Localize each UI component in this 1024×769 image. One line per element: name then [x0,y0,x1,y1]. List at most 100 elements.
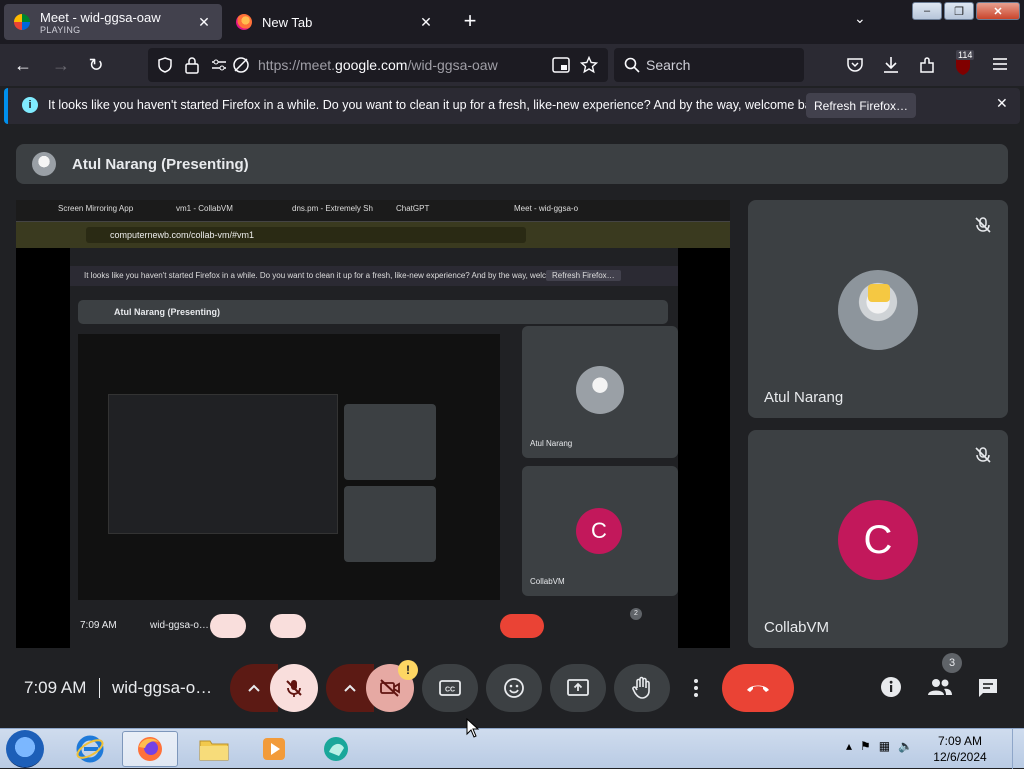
network-icon[interactable]: ▦ [879,739,890,753]
captured-nav-bar: computernewb.com/collab-vm/#vm1 [16,222,730,248]
action-center-flag-icon[interactable]: ⚑ [860,739,871,753]
extensions-icon[interactable] [918,55,936,75]
leave-call-button[interactable] [722,664,794,712]
taskbar-date: 12/6/2024 [933,750,987,764]
extension-badge: 114 [956,50,975,60]
media-player-icon [263,738,285,760]
closed-captions-icon: CC [439,680,461,696]
taskbar-app[interactable] [308,731,364,767]
captured-tile-collabvm: C CollabVM [522,466,678,596]
minimize-button[interactable]: – [912,2,942,20]
info-icon: i [22,97,38,113]
avatar: C [838,500,918,580]
search-icon [624,57,640,73]
refresh-firefox-button[interactable]: Refresh Firefox… [806,93,916,118]
tab-close-icon[interactable]: ✕ [418,14,434,31]
taskbar-firefox[interactable] [122,731,178,767]
back-button[interactable]: ← [12,54,34,76]
avatar [838,270,918,350]
browser-tab-bar: Meet - wid-ggsa-oaw PLAYING ✕ New Tab ✕ … [0,0,1024,44]
url-bar[interactable]: https://meet.google.com/wid-ggsa-oaw [148,48,608,82]
new-tab-button[interactable]: + [458,8,482,34]
pocket-icon[interactable] [846,56,864,74]
taskbar-clock[interactable]: 7:09 AM 12/6/2024 [930,733,990,765]
captions-button[interactable]: CC [422,664,478,712]
participant-tile-atul-narang[interactable]: Atul Narang [748,200,1008,418]
system-tray: ▴ ⚑ ▦ 🔈 [846,739,913,753]
tab-close-icon[interactable]: ✕ [196,14,212,31]
captured-leave-button [500,614,544,638]
meet-icon [14,14,30,30]
firefox-refresh-notification: i It looks like you haven't started Fire… [4,88,1020,124]
captured-tab: dns.pm - Extremely Sh [292,204,373,213]
captured-url: computernewb.com/collab-vm/#vm1 [86,227,526,243]
url-text[interactable]: https://meet.google.com/wid-ggsa-oaw [258,57,498,73]
chat-icon[interactable] [977,677,999,699]
participant-tile-collabvm[interactable]: C CollabVM [748,430,1008,648]
reload-button[interactable]: ↻ [85,54,107,76]
meeting-clock: 7:09 AM [24,678,87,697]
captured-tab: ChatGPT [396,204,430,213]
tab-meet[interactable]: Meet - wid-ggsa-oaw PLAYING ✕ [4,4,222,40]
maximize-button[interactable]: ❐ [944,2,974,20]
present-screen-button[interactable] [550,664,606,712]
mic-off-icon [286,680,302,697]
show-hidden-icons-icon[interactable]: ▴ [846,739,852,753]
divider [99,678,100,698]
avatar [576,366,624,414]
bookmark-star-icon[interactable] [580,56,598,74]
captured-tile-atul: Atul Narang [522,326,678,458]
tab-new-tab[interactable]: New Tab ✕ [226,4,444,40]
microphone-toggle-button[interactable] [270,664,318,712]
chevron-up-icon [344,684,356,692]
show-desktop-button[interactable] [1012,729,1024,769]
reactions-button[interactable] [486,664,542,712]
taskbar-internet-explorer[interactable] [62,731,118,767]
close-window-button[interactable]: ✕ [976,2,1020,20]
meet-content: Atul Narang (Presenting) Screen Mirrorin… [0,128,1024,728]
captured-meet-page: It looks like you haven't started Firefo… [70,248,678,648]
captured-camera-button [270,614,306,638]
shared-screen[interactable]: Screen Mirroring App vm1 - CollabVM dns.… [16,200,730,648]
list-all-tabs-button[interactable]: ⌄ [854,10,866,27]
downloads-icon[interactable] [882,55,900,75]
hand-icon [632,676,650,699]
tab-playing-label: PLAYING [40,24,81,35]
captured-presenter-bar: Atul Narang (Presenting) [78,300,668,324]
autoplay-blocked-icon[interactable] [232,56,250,74]
avatar [32,152,56,176]
meeting-code: wid-ggsa-o… [112,678,213,697]
participant-name: Atul Narang [764,389,844,406]
shield-icon[interactable] [156,56,174,74]
mic-muted-icon [975,447,991,463]
people-count-badge: 3 [942,653,962,673]
captured-tab: Screen Mirroring App [58,204,134,213]
start-button[interactable] [6,730,44,768]
captured-tile-name: Atul Narang [530,439,573,448]
folder-icon [199,740,229,761]
taskbar-file-explorer[interactable] [186,731,242,767]
lock-icon[interactable] [184,56,200,74]
hamburger-menu-icon[interactable] [992,57,1008,71]
meeting-controls-bar: 7:09 AM wid-ggsa-o… ! CC 3 [0,653,1024,720]
captured-notification: It looks like you haven't started Firefo… [70,266,678,286]
close-notification-icon[interactable]: ✕ [996,95,1008,112]
taskbar-media-player[interactable] [246,731,302,767]
captured-tile-name: CollabVM [530,577,565,586]
firefox-icon [138,737,162,761]
presenter-label: Atul Narang (Presenting) [72,156,249,173]
search-bar[interactable]: Search [614,48,804,82]
meeting-info-icon[interactable] [880,676,902,698]
more-options-button[interactable] [678,664,714,712]
people-icon[interactable] [927,678,953,696]
notification-text: It looks like you haven't started Firefo… [48,98,828,112]
more-vert-icon [694,679,698,697]
permissions-icon[interactable] [210,57,228,73]
camera-warning-badge: ! [398,660,418,680]
picture-in-picture-icon[interactable] [552,57,570,73]
svg-text:CC: CC [445,687,455,694]
captured-people-count: 2 [630,608,642,620]
raise-hand-button[interactable] [614,664,670,712]
forward-button[interactable]: → [50,54,72,76]
volume-muted-icon[interactable]: 🔈 [898,739,913,753]
